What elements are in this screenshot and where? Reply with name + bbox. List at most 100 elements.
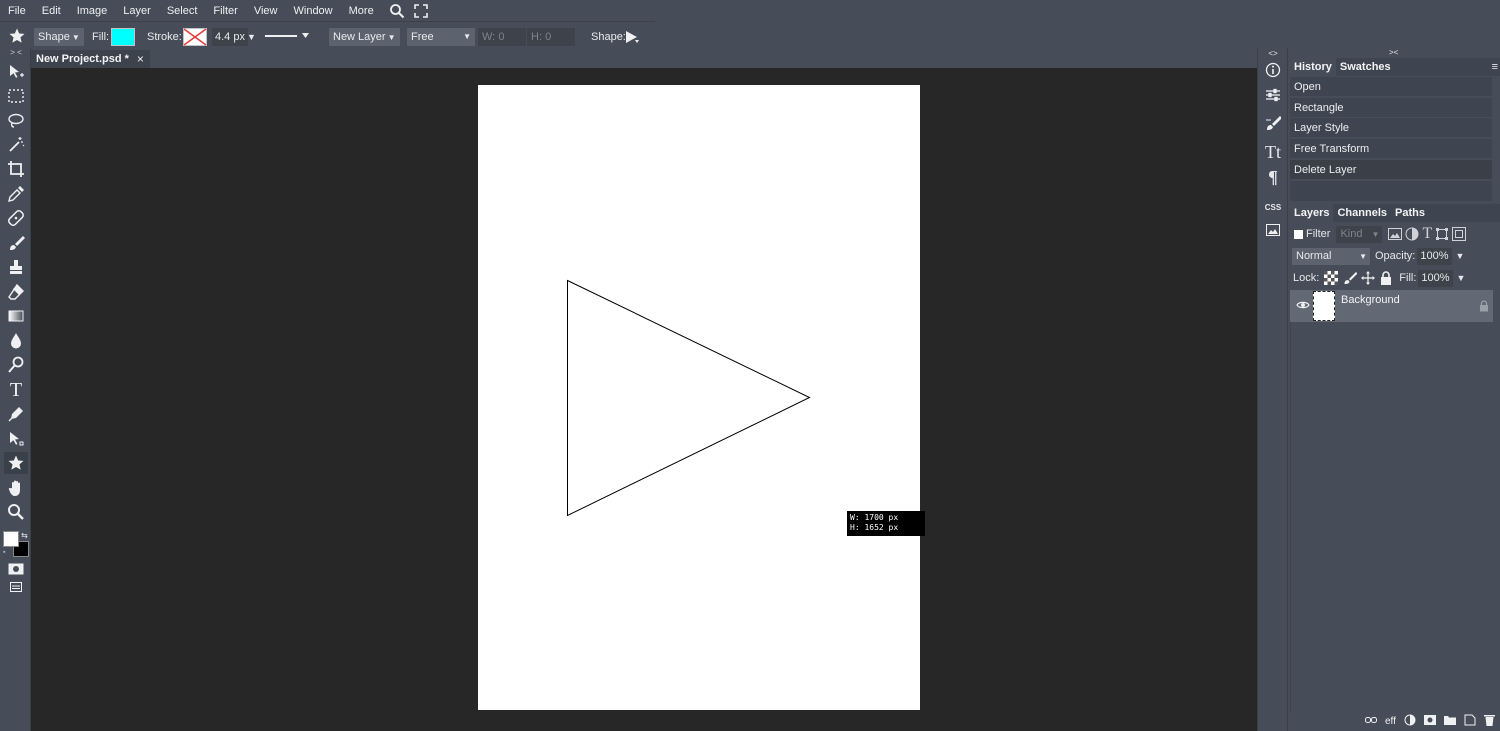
tab-swatches[interactable]: Swatches [1336, 58, 1395, 76]
path-selection-tool-icon[interactable] [4, 428, 28, 450]
pen-tool-icon[interactable] [4, 403, 28, 425]
move-tool-icon[interactable] [4, 61, 28, 83]
tab-paths[interactable]: Paths [1391, 204, 1429, 222]
history-item-current[interactable]: Delete Layer [1290, 160, 1492, 180]
foreground-color-swatch[interactable] [3, 531, 19, 547]
stroke-width-chevron-icon[interactable]: ▼ [247, 28, 256, 46]
layer-effects-button[interactable]: eff [1385, 716, 1396, 727]
layer-row[interactable]: Background [1290, 290, 1493, 322]
brush-settings-icon[interactable] [1261, 112, 1285, 134]
triangle-shape[interactable] [478, 85, 920, 710]
menu-more[interactable]: More [341, 0, 382, 22]
color-swatches[interactable]: ⇆ ▪ [3, 531, 31, 557]
close-icon[interactable]: × [137, 52, 144, 66]
dodge-tool-icon[interactable] [4, 354, 28, 376]
collapse-toggle[interactable]: <> [1261, 47, 1285, 59]
blur-tool-icon[interactable] [4, 330, 28, 352]
menu-filter[interactable]: Filter [205, 0, 245, 22]
paragraph-icon[interactable]: ¶ [1261, 166, 1285, 188]
smart-object-filter-icon[interactable] [1452, 227, 1467, 241]
fill-chevron-icon[interactable]: ▼ [1457, 273, 1466, 283]
clone-stamp-tool-icon[interactable] [4, 256, 28, 278]
history-item[interactable]: Open [1290, 77, 1492, 97]
crop-tool-icon[interactable] [4, 158, 28, 180]
delete-layer-icon[interactable] [1483, 714, 1495, 729]
filter-checkbox[interactable] [1294, 229, 1303, 239]
menu-view[interactable]: View [246, 0, 286, 22]
lasso-tool-icon[interactable] [4, 110, 28, 132]
menu-edit[interactable]: Edit [34, 0, 69, 22]
layer-dropdown[interactable]: New Layer ▼ [329, 28, 400, 46]
link-layers-icon[interactable] [1365, 716, 1377, 727]
new-layer-icon[interactable] [1464, 714, 1476, 729]
star-icon[interactable] [8, 27, 26, 45]
panel-menu-icon[interactable]: ≡ [1492, 61, 1498, 73]
layer-fill-field[interactable]: 100% [1418, 269, 1453, 287]
menu-select[interactable]: Select [159, 0, 206, 22]
adjustment-layer-icon[interactable] [1404, 714, 1416, 729]
shape-filter-icon[interactable] [1435, 227, 1449, 241]
menu-image[interactable]: Image [69, 0, 116, 22]
document-canvas[interactable] [478, 85, 920, 710]
eraser-tool-icon[interactable] [4, 281, 28, 303]
opacity-field[interactable]: 100% [1417, 247, 1452, 265]
info-icon[interactable] [1261, 59, 1285, 81]
width-field[interactable]: W: 0 [478, 28, 526, 46]
history-item[interactable]: Free Transform [1290, 139, 1492, 159]
layer-mask-icon[interactable] [1423, 714, 1436, 728]
default-colors-icon[interactable]: ▪ [3, 549, 5, 556]
collapse-toggle[interactable]: > < [4, 47, 28, 57]
stroke-style-dropdown[interactable] [265, 29, 311, 47]
menu-layer[interactable]: Layer [115, 0, 159, 22]
collapse-toggle[interactable]: >< [1389, 48, 1398, 57]
magic-wand-tool-icon[interactable] [4, 134, 28, 156]
search-icon[interactable] [388, 2, 406, 20]
opacity-chevron-icon[interactable]: ▼ [1456, 251, 1465, 261]
adjustment-filter-icon[interactable] [1405, 227, 1419, 241]
stroke-color-swatch[interactable] [183, 28, 207, 46]
css-icon[interactable]: CSS [1261, 196, 1285, 218]
pixel-filter-icon[interactable] [1388, 228, 1403, 240]
visibility-eye-icon[interactable] [1296, 300, 1310, 313]
fill-color-swatch[interactable] [111, 28, 135, 46]
healing-brush-tool-icon[interactable] [4, 207, 28, 229]
eyedropper-tool-icon[interactable] [4, 183, 28, 205]
fullscreen-icon[interactable] [412, 2, 430, 20]
menu-file[interactable]: File [8, 0, 34, 22]
image-icon[interactable] [1261, 219, 1285, 241]
zoom-tool-icon[interactable] [4, 501, 28, 523]
adjustments-icon[interactable] [1261, 84, 1285, 106]
shape-preview-icon[interactable] [624, 30, 640, 48]
shape-tool-icon[interactable] [4, 452, 28, 474]
type-filter-icon[interactable]: T [1422, 225, 1432, 243]
tab-layers[interactable]: Layers [1290, 204, 1334, 222]
character-icon[interactable]: Tt [1261, 141, 1285, 163]
new-group-icon[interactable] [1443, 715, 1456, 728]
shape-dropdown[interactable]: Shape ▼ [34, 28, 84, 46]
history-item[interactable]: Rectangle [1290, 98, 1492, 118]
height-field[interactable]: H: 0 [527, 28, 575, 46]
menu-bar: File Edit Image Layer Select Filter View… [0, 0, 655, 22]
screen-mode-icon[interactable] [4, 576, 28, 598]
lock-transparency-icon[interactable] [1324, 271, 1339, 285]
swap-colors-icon[interactable]: ⇆ [21, 531, 28, 540]
menu-window[interactable]: Window [286, 0, 341, 22]
hand-tool-icon[interactable] [4, 477, 28, 499]
tab-channels[interactable]: Channels [1333, 204, 1391, 222]
history-item[interactable]: Layer Style [1290, 118, 1492, 138]
stroke-width-field[interactable]: 4.4 px [212, 28, 248, 46]
blend-mode-dropdown[interactable]: Normal ▼ [1292, 247, 1370, 265]
chevron-down-icon: ▼ [1359, 251, 1367, 261]
gradient-tool-icon[interactable] [4, 305, 28, 327]
layer-name[interactable]: Background [1341, 294, 1400, 306]
tab-new-project[interactable]: New Project.psd * × [31, 50, 150, 68]
marquee-tool-icon[interactable] [4, 85, 28, 107]
tab-history[interactable]: History [1290, 58, 1336, 76]
lock-position-icon[interactable] [1361, 271, 1376, 285]
mode-dropdown[interactable]: Free ▼ [407, 28, 475, 46]
type-tool-icon[interactable]: T [4, 379, 28, 401]
lock-pixels-icon[interactable] [1343, 271, 1358, 285]
kind-dropdown[interactable]: Kind ▼ [1336, 225, 1383, 243]
brush-tool-icon[interactable] [4, 232, 28, 254]
lock-all-icon[interactable] [1379, 271, 1393, 285]
